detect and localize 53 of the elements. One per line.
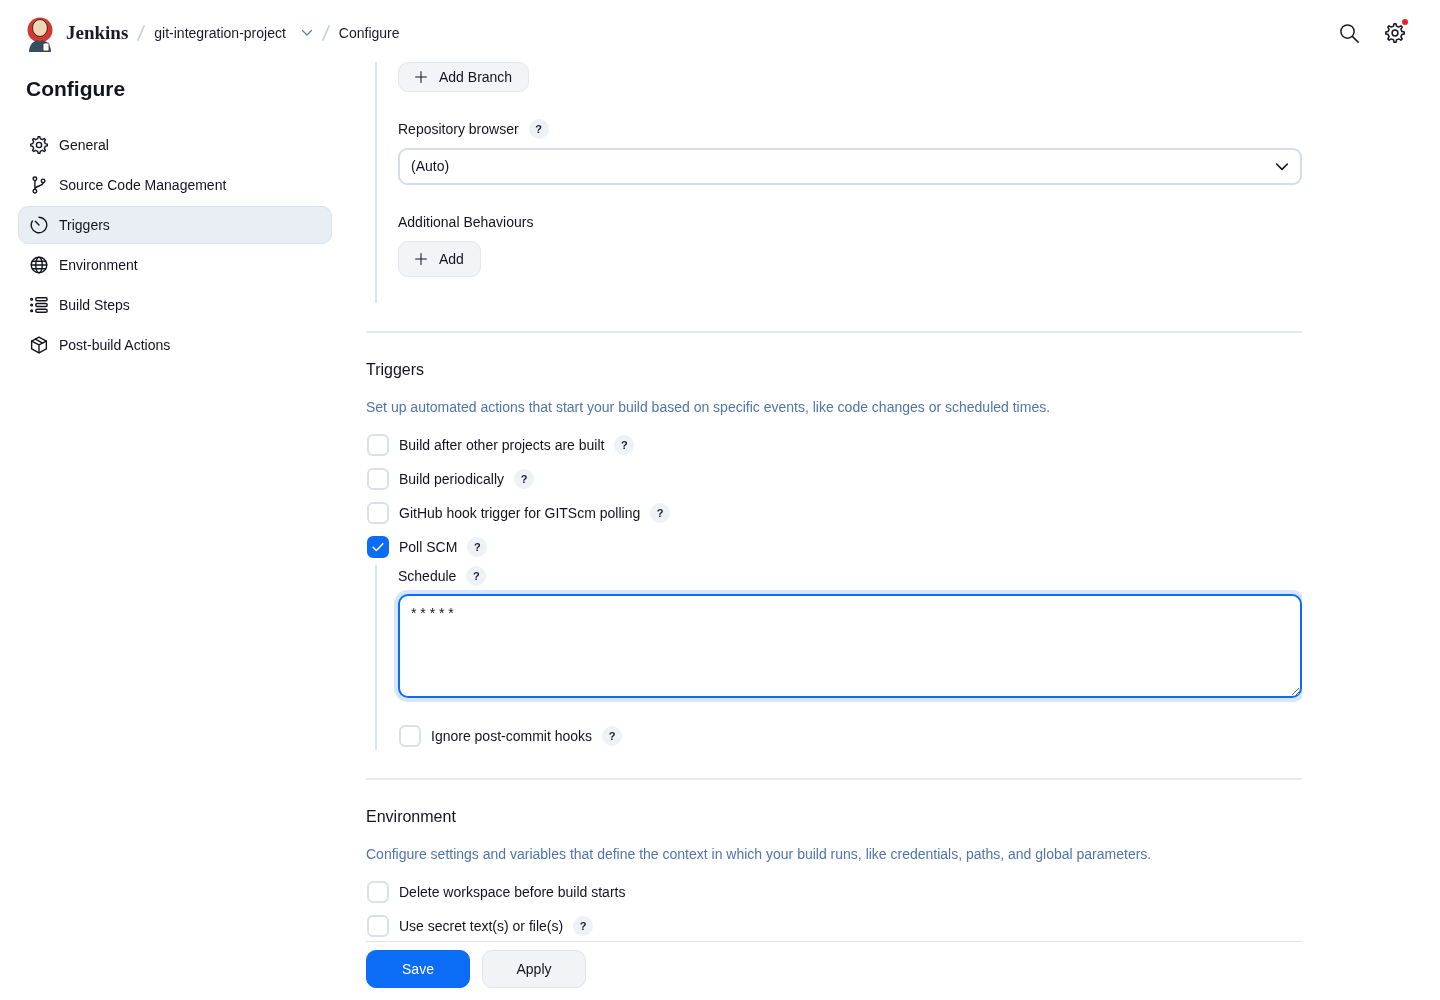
field-label: Schedule xyxy=(398,566,457,586)
section-title: Triggers xyxy=(366,360,426,380)
schedule-field[interactable]: * * * * * xyxy=(398,594,1302,698)
brand-link[interactable]: Jenkins xyxy=(66,18,129,48)
help-button[interactable]: ? xyxy=(650,503,671,523)
section-description: Set up automated actions that start your build based on specific events, like code changes or scheduled times. xyxy=(366,398,1052,417)
checkbox[interactable] xyxy=(367,536,389,558)
branch-icon xyxy=(30,176,48,194)
help-button[interactable]: ? xyxy=(467,537,488,557)
field-label: Additional Behaviours xyxy=(398,212,534,232)
sidebar-item[interactable]: Triggers xyxy=(18,206,332,244)
plus-icon xyxy=(415,253,427,265)
help-button[interactable]: ? xyxy=(466,566,487,586)
sidebar-item[interactable]: Post-build Actions xyxy=(18,326,332,364)
option-label: Use secret text(s) or file(s) xyxy=(399,916,564,936)
globe-icon xyxy=(30,256,48,274)
breadcrumb-link[interactable]: Configure xyxy=(338,22,400,44)
section-title: Environment xyxy=(366,807,457,827)
plus-icon xyxy=(415,71,427,83)
slash-icon xyxy=(137,25,146,41)
timer-icon xyxy=(30,216,48,234)
help-button[interactable]: ? xyxy=(614,435,635,455)
gear-icon xyxy=(30,136,48,154)
help-button[interactable]: ? xyxy=(602,726,623,746)
chevron-down-icon xyxy=(1276,160,1288,173)
secondary-button[interactable]: Apply xyxy=(482,950,586,988)
sidebar-item[interactable]: General xyxy=(18,126,332,164)
select-field[interactable]: (Auto) xyxy=(398,148,1302,185)
help-button[interactable]: ? xyxy=(514,469,535,489)
sidebar-title: Configure xyxy=(26,76,127,102)
settings-icon[interactable] xyxy=(1385,23,1405,43)
option-label: Build periodically xyxy=(399,469,505,489)
option-label: Poll SCM xyxy=(399,537,458,557)
add-button[interactable]: Add xyxy=(398,241,481,277)
package-icon xyxy=(30,336,48,354)
sidebar-item[interactable]: Environment xyxy=(18,246,332,284)
section-description: Configure settings and variables that define the context in which your build runs, like credentials, paths, and global parameters. xyxy=(366,845,1153,864)
primary-button[interactable]: Save xyxy=(366,950,470,988)
search-icon[interactable] xyxy=(1340,23,1359,43)
option-label: GitHub hook trigger for GITScm polling xyxy=(399,503,641,523)
sidebar-item[interactable]: Source Code Management xyxy=(18,166,332,204)
list-icon xyxy=(30,296,48,314)
help-button[interactable]: ? xyxy=(573,916,594,936)
help-button[interactable]: ? xyxy=(528,119,549,139)
field-label: Repository browser xyxy=(398,119,519,139)
add-branch-button[interactable]: Add Branch xyxy=(398,62,530,92)
slash-icon xyxy=(321,25,330,41)
breadcrumb-link[interactable]: git-integration-project xyxy=(154,22,286,44)
sidebar-item[interactable]: Build Steps xyxy=(18,286,332,324)
option-label: Build after other projects are built xyxy=(399,435,605,455)
checkmark-icon xyxy=(372,541,384,553)
option-label: Ignore post-commit hooks xyxy=(431,726,593,746)
option-label: Delete workspace before build starts xyxy=(399,882,626,902)
